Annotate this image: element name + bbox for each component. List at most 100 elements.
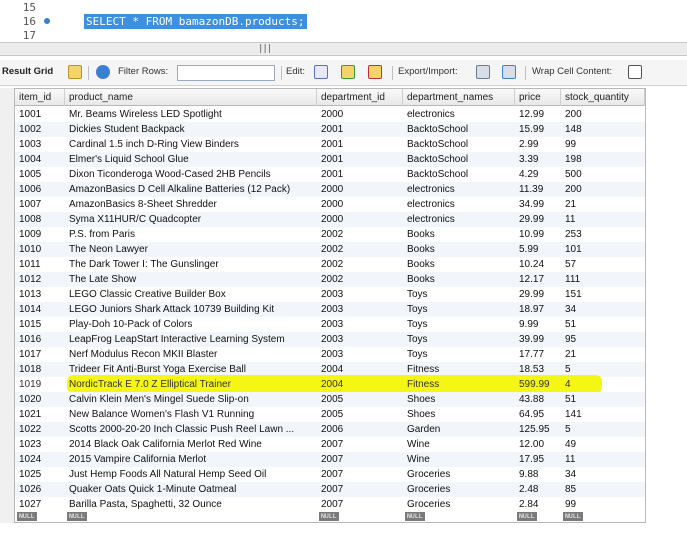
cell-stock-quantity[interactable]: 57	[561, 257, 645, 272]
cell-department-names[interactable]: Shoes	[403, 407, 515, 422]
table-row[interactable]: 1022 Scotts 2000-20-20 Inch Classic Push …	[15, 422, 645, 437]
cell-price[interactable]: 29.99	[515, 212, 561, 227]
cell-item-id[interactable]: 1022	[15, 422, 65, 437]
cell-product-name[interactable]: Cardinal 1.5 inch D-Ring View Binders	[65, 137, 317, 152]
cell-department-id[interactable]: 2002	[317, 227, 403, 242]
cell-price[interactable]: 2.99	[515, 137, 561, 152]
cell-department-id[interactable]: 2002	[317, 272, 403, 287]
cell-item-id[interactable]: 1010	[15, 242, 65, 257]
cell-product-name[interactable]: The Dark Tower I: The Gunslinger	[65, 257, 317, 272]
cell-stock-quantity[interactable]: 99	[561, 137, 645, 152]
cell-stock-quantity[interactable]: 101	[561, 242, 645, 257]
cell-price[interactable]: 12.00	[515, 437, 561, 452]
cell-price[interactable]: 43.88	[515, 392, 561, 407]
cell-stock-quantity[interactable]: 11	[561, 452, 645, 467]
cell-department-id[interactable]: 2005	[317, 407, 403, 422]
cell-stock-quantity[interactable]: 148	[561, 122, 645, 137]
cell-price[interactable]: 10.24	[515, 257, 561, 272]
cell-price[interactable]: 64.95	[515, 407, 561, 422]
cell-item-id[interactable]: 1001	[15, 107, 65, 122]
cell-stock-quantity[interactable]: 141	[561, 407, 645, 422]
table-row[interactable]: 1013 LEGO Classic Creative Builder Box 200…	[15, 287, 645, 302]
code-line[interactable]: 17	[0, 28, 687, 43]
cell-stock-quantity[interactable]: 500	[561, 167, 645, 182]
cell-department-id[interactable]: 2002	[317, 242, 403, 257]
cell-price[interactable]: 599.99	[515, 377, 561, 392]
cell-department-names[interactable]: electronics	[403, 182, 515, 197]
grid-view-icon[interactable]	[68, 65, 82, 79]
cell-department-id[interactable]: 2006	[317, 422, 403, 437]
cell-product-name[interactable]: AmazonBasics 8-Sheet Shredder	[65, 197, 317, 212]
result-grid[interactable]: item_id product_name department_id departme…	[14, 88, 646, 523]
cell-stock-quantity[interactable]: 49	[561, 437, 645, 452]
cell-department-id[interactable]: 2007	[317, 452, 403, 467]
table-row[interactable]: 1014 LEGO Juniors Shark Attack 10739 Buil…	[15, 302, 645, 317]
cell-department-names[interactable]: Fitness	[403, 377, 515, 392]
cell-stock-quantity[interactable]: 5	[561, 422, 645, 437]
cell-price[interactable]: 10.99	[515, 227, 561, 242]
cell-department-id[interactable]: 2005	[317, 392, 403, 407]
cell-item-id[interactable]: 1024	[15, 452, 65, 467]
cell-item-id[interactable]: 1018	[15, 362, 65, 377]
table-row[interactable]: 1012 The Late Show 2002 Books 12.17 111	[15, 272, 645, 287]
code-line[interactable]: 16 SELECT * FROM bamazonDB.products;	[0, 14, 687, 29]
header-col-product-name[interactable]: product_name	[65, 89, 317, 106]
table-row[interactable]: 1027 Barilla Pasta, Spaghetti, 32 Ounce 20…	[15, 497, 645, 512]
cell-department-names[interactable]: Shoes	[403, 392, 515, 407]
table-row[interactable]: 1017 Nerf Modulus Recon MKII Blaster 2003 T…	[15, 347, 645, 362]
sql-statement[interactable]: SELECT * FROM bamazonDB.products;	[84, 14, 307, 29]
cell-department-names[interactable]: BacktoSchool	[403, 167, 515, 182]
cell-price[interactable]: 9.99	[515, 317, 561, 332]
code-line[interactable]: 15	[0, 0, 687, 15]
cell-price[interactable]: 2.48	[515, 482, 561, 497]
table-row[interactable]: 1011 The Dark Tower I: The Gunslinger 2002…	[15, 257, 645, 272]
cell-product-name[interactable]: Just Hemp Foods All Natural Hemp Seed Oi…	[65, 467, 317, 482]
header-col-price[interactable]: price	[515, 89, 561, 106]
cell-department-names[interactable]: Groceries	[403, 497, 515, 512]
table-row[interactable]: 1005 Dixon Ticonderoga Wood-Cased 2HB Pen…	[15, 167, 645, 182]
edit-row-icon[interactable]	[314, 65, 328, 79]
cell-department-names[interactable]: BacktoSchool	[403, 137, 515, 152]
table-row[interactable]: 1008 Syma X11HUR/C Quadcopter 2000 electron…	[15, 212, 645, 227]
cell-item-id[interactable]: 1025	[15, 467, 65, 482]
cell-stock-quantity[interactable]: 95	[561, 332, 645, 347]
cell-product-name[interactable]: Nerf Modulus Recon MKII Blaster	[65, 347, 317, 362]
filter-rows-input[interactable]	[177, 65, 275, 81]
cell-stock-quantity[interactable]: 21	[561, 197, 645, 212]
cell-product-name[interactable]: 2014 Black Oak California Merlot Red Win…	[65, 437, 317, 452]
cell-item-id[interactable]: 1020	[15, 392, 65, 407]
cell-department-id[interactable]: 2007	[317, 482, 403, 497]
cell-item-id[interactable]: 1007	[15, 197, 65, 212]
cell-item-id[interactable]: 1009	[15, 227, 65, 242]
cell-product-name[interactable]: Quaker Oats Quick 1-Minute Oatmeal	[65, 482, 317, 497]
cell-department-names[interactable]: BacktoSchool	[403, 122, 515, 137]
header-col-department-id[interactable]: department_id	[317, 89, 403, 106]
cell-stock-quantity[interactable]: 51	[561, 317, 645, 332]
cell-stock-quantity[interactable]: 200	[561, 182, 645, 197]
cell-product-name[interactable]: NordicTrack E 7.0 Z Elliptical Trainer	[65, 377, 317, 392]
cell-department-id[interactable]: 2003	[317, 332, 403, 347]
cell-department-id[interactable]: 2002	[317, 257, 403, 272]
cell-item-id[interactable]: 1015	[15, 317, 65, 332]
cell-price[interactable]: 18.97	[515, 302, 561, 317]
sql-editor[interactable]: 15 16 SELECT * FROM bamazonDB.products; 17	[0, 0, 687, 42]
cell-department-id[interactable]: 2000	[317, 197, 403, 212]
cell-item-id[interactable]: 1017	[15, 347, 65, 362]
header-col-item-id[interactable]: item_id	[15, 89, 65, 106]
cell-price[interactable]: 29.99	[515, 287, 561, 302]
cell-department-names[interactable]: Books	[403, 227, 515, 242]
table-row[interactable]: 1026 Quaker Oats Quick 1-Minute Oatmeal 20…	[15, 482, 645, 497]
cell-department-names[interactable]: Books	[403, 242, 515, 257]
cell-department-id[interactable]: 2003	[317, 302, 403, 317]
cell-price[interactable]: 4.29	[515, 167, 561, 182]
cell-price[interactable]: 3.39	[515, 152, 561, 167]
cell-item-id[interactable]: 1021	[15, 407, 65, 422]
cell-department-names[interactable]: Groceries	[403, 482, 515, 497]
new-row-placeholder[interactable]: NULL NULL NULL NULL NULL NULL	[15, 512, 645, 522]
cell-stock-quantity[interactable]: 34	[561, 467, 645, 482]
export-icon[interactable]	[476, 65, 490, 79]
cell-product-name[interactable]: LeapFrog LeapStart Interactive Learning …	[65, 332, 317, 347]
header-col-department-names[interactable]: department_names	[403, 89, 515, 106]
table-row[interactable]: 1003 Cardinal 1.5 inch D-Ring View Binder…	[15, 137, 645, 152]
cell-item-id[interactable]: 1002	[15, 122, 65, 137]
